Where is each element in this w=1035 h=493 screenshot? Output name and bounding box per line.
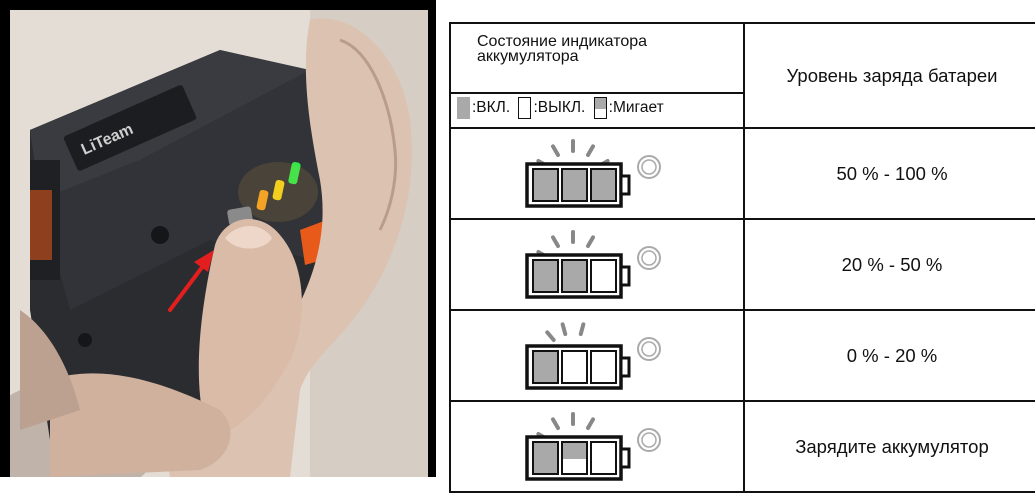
swatch-off-icon bbox=[518, 97, 532, 119]
legend-key: :ВКЛ. :ВЫКЛ. :Мигает bbox=[449, 92, 745, 129]
charge-level-value: Зарядите аккумулятор bbox=[743, 400, 1035, 493]
battery-indicator-icon bbox=[451, 220, 745, 309]
battery-photo: LiTeam bbox=[10, 10, 428, 477]
photo-frame: LiTeam bbox=[0, 0, 436, 477]
indicator-legend-table: Состояние индикатора аккумулятора Уровен… bbox=[449, 22, 1035, 493]
table-row: 20 % - 50 % bbox=[449, 218, 1035, 311]
legend-on: :ВКЛ. bbox=[457, 97, 510, 119]
swatch-on-icon bbox=[457, 97, 470, 119]
charge-level-header: Уровень заряда батареи bbox=[743, 22, 1035, 129]
swatch-blink-icon bbox=[593, 97, 607, 119]
table-row: Зарядите аккумулятор bbox=[449, 400, 1035, 493]
charge-level-value: 50 % - 100 % bbox=[743, 127, 1035, 220]
battery-indicator-icon bbox=[451, 311, 745, 400]
table-row: 50 % - 100 % bbox=[449, 127, 1035, 220]
legend-blink: :Мигает bbox=[593, 97, 664, 119]
indicator-state-header: Состояние индикатора аккумулятора bbox=[449, 22, 745, 94]
charge-level-value: 20 % - 50 % bbox=[743, 218, 1035, 311]
battery-indicator-icon bbox=[451, 402, 745, 491]
battery-indicator-icon bbox=[451, 129, 745, 218]
legend-off: :ВЫКЛ. bbox=[518, 97, 585, 119]
table-row: 0 % - 20 % bbox=[449, 309, 1035, 402]
charge-level-value: 0 % - 20 % bbox=[743, 309, 1035, 402]
